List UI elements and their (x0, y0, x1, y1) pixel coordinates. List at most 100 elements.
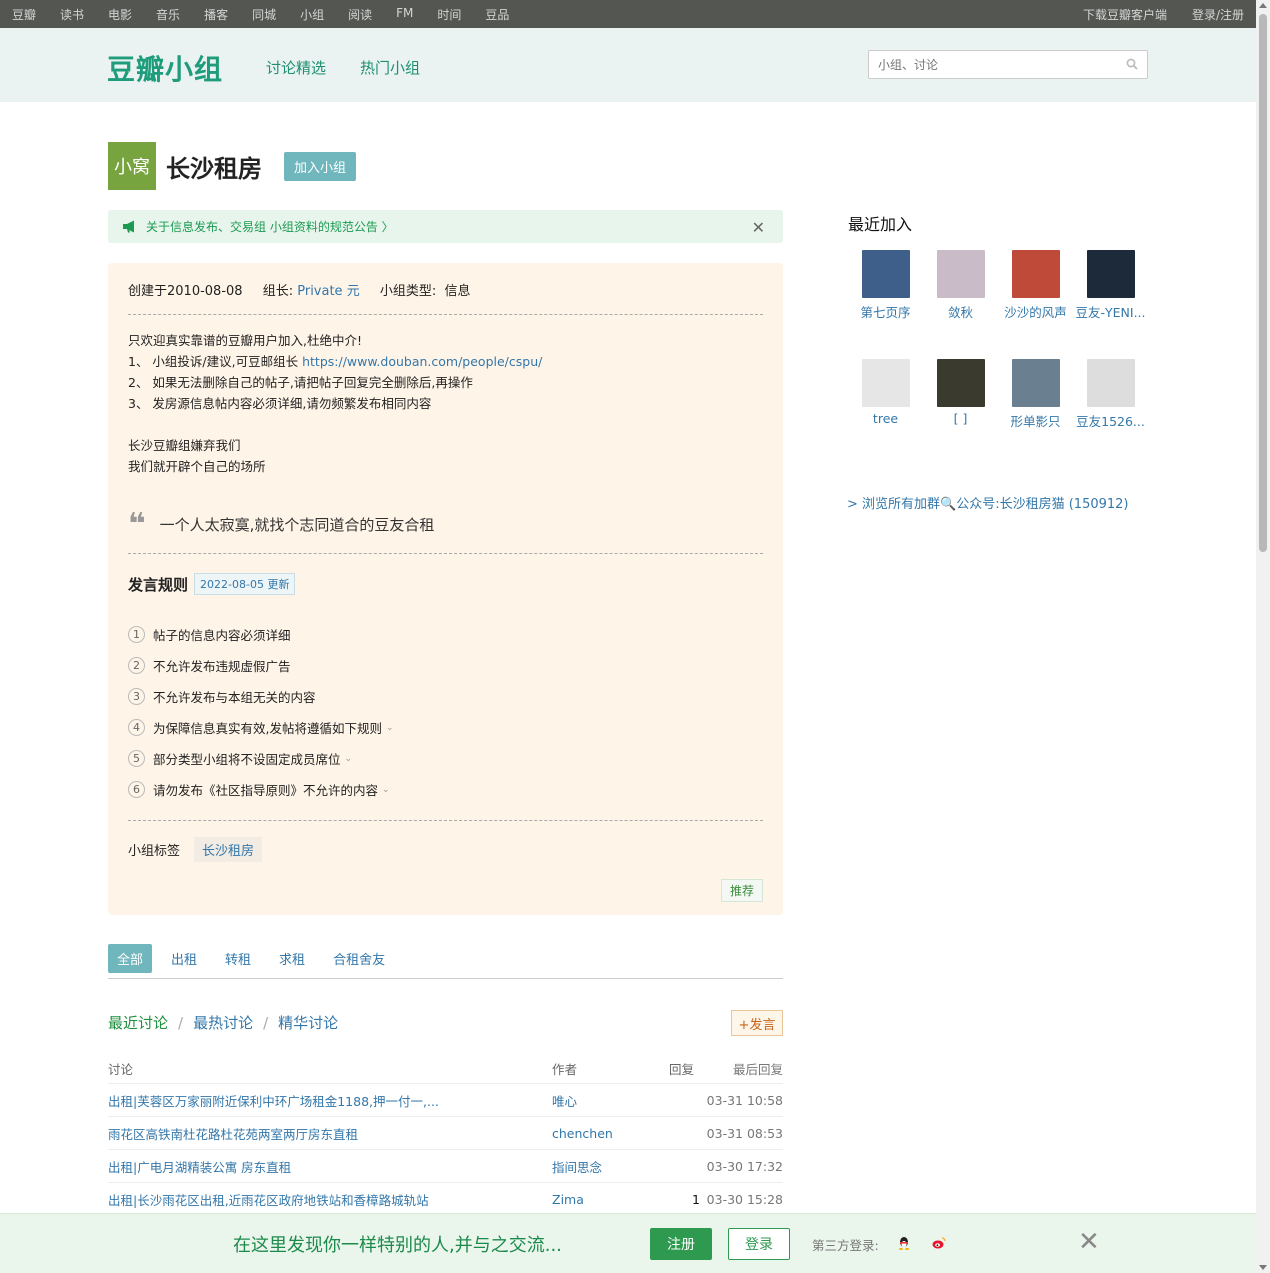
site-logo[interactable]: 豆瓣小组 (107, 48, 223, 88)
topnav-link[interactable]: 小组 (300, 6, 324, 23)
close-icon[interactable]: ✕ (1078, 1227, 1100, 1257)
rule-item[interactable]: 4 为保障信息真实有效,发帖将遵循如下规则 ⌄ (128, 712, 394, 743)
avatar[interactable] (861, 250, 910, 298)
quote-text: 一个人太寂寞,就找个志同道合的豆友合租 (159, 516, 435, 534)
tab-1[interactable]: 出租 (162, 944, 206, 973)
qq-icon[interactable] (898, 1236, 910, 1250)
chevron-down-icon[interactable]: ⌄ (386, 723, 394, 733)
notice-link[interactable]: 关于信息发布、交易组 小组资料的规范公告 〉 (146, 218, 394, 235)
chevron-down-icon[interactable]: ⌄ (345, 754, 353, 764)
last-reply-time: 03-31 10:58 (706, 1092, 783, 1108)
avatar[interactable] (1086, 359, 1135, 407)
author-link[interactable]: 唯心 (538, 1091, 640, 1110)
register-button[interactable]: 注册 (650, 1228, 712, 1260)
member-item[interactable]: 形单影只 (998, 359, 1073, 468)
avatar[interactable] (1011, 250, 1060, 298)
intro-line (128, 414, 542, 435)
member-name[interactable]: 沙沙的风声 (1004, 302, 1067, 321)
topic-link[interactable]: 出租|芙蓉区万家丽附近保利中环广场租金1188,押一付一,... (108, 1091, 538, 1110)
member-name[interactable]: 敛秋 (948, 302, 973, 321)
header-nav: 讨论精选 热门小组 (266, 57, 420, 78)
created-date: 创建于2010-08-08 (128, 284, 243, 299)
sort-hot[interactable]: 最热讨论 (193, 1012, 253, 1033)
login-button[interactable]: 登录 (728, 1228, 790, 1260)
col-replies: 回复 (668, 1062, 694, 1077)
recommend-button[interactable]: 推荐 (720, 879, 763, 902)
avatar[interactable] (1011, 359, 1060, 407)
rule-item[interactable]: 6 请勿发布《社区指导原则》不允许的内容 ⌄ (128, 774, 394, 805)
member-name[interactable]: 形单影只 (1010, 411, 1060, 430)
new-post-button[interactable]: +发言 (731, 1010, 783, 1036)
topnav-link[interactable]: 同城 (252, 6, 276, 23)
close-icon[interactable]: ✕ (752, 218, 765, 237)
topnav-link[interactable]: 登录/注册 (1192, 6, 1244, 23)
member-name[interactable]: 豆友1526... (1076, 411, 1145, 430)
join-group-button[interactable]: 加入小组 (284, 151, 357, 181)
member-item[interactable]: 豆友-YENI... (1073, 250, 1148, 359)
topnav-link[interactable]: 豆品 (485, 6, 509, 23)
rule-item[interactable]: 5 部分类型小组将不设固定成员席位 ⌄ (128, 743, 394, 774)
topnav-link[interactable]: FM (396, 6, 413, 23)
avatar[interactable] (936, 250, 985, 298)
topnav-link[interactable]: 播客 (204, 6, 228, 23)
scroll-up-arrow[interactable] (1259, 3, 1267, 8)
browse-all-link[interactable]: > 浏览所有加群🔍公众号:长沙租房猫 (150912) (847, 494, 1147, 516)
divider (128, 314, 763, 315)
member-name[interactable]: [ ] (954, 411, 968, 426)
owner-link[interactable]: Private 元 (297, 284, 359, 299)
topnav-link[interactable]: 电影 (108, 6, 132, 23)
member-name[interactable]: 第七页序 (860, 302, 910, 321)
member-item[interactable]: 第七页序 (848, 250, 923, 359)
nav-hot-groups[interactable]: 热门小组 (360, 57, 420, 78)
topic-link[interactable]: 出租|长沙雨花区出租,近雨花区政府地铁站和香樟路城轨站 (108, 1190, 538, 1209)
group-avatar: 小窝 (108, 142, 156, 190)
weibo-icon[interactable] (932, 1237, 946, 1249)
owner-profile-link[interactable]: https://www.douban.com/people/cspu/ (302, 354, 542, 369)
tab-4[interactable]: 合租舍友 (324, 944, 394, 973)
member-name[interactable]: tree (873, 411, 898, 426)
search-input[interactable] (869, 51, 1109, 78)
sort-elite[interactable]: 精华讨论 (278, 1012, 338, 1033)
tags-label: 小组标签 (128, 844, 181, 859)
table-header: 讨论 作者 回复 最后回复 (108, 1054, 783, 1084)
author-link[interactable]: Zima (538, 1192, 640, 1207)
topic-link[interactable]: 雨花区高铁南杜花路杜花苑两室两厅房东直租 (108, 1124, 538, 1143)
group-tag[interactable]: 长沙租房 (194, 837, 263, 862)
discussion-table: 讨论 作者 回复 最后回复 出租|芙蓉区万家丽附近保利中环广场租金1188,押一… (108, 1054, 783, 1216)
member-item[interactable]: 豆友1526... (1073, 359, 1148, 468)
tab-2[interactable]: 转租 (216, 944, 260, 973)
page-scrollbar[interactable] (1256, 0, 1270, 1273)
avatar[interactable] (936, 359, 985, 407)
banner-message: 在这里发现你一样特别的人,并与之交流... (233, 1235, 562, 1256)
topnav-link[interactable]: 阅读 (348, 6, 372, 23)
sort-separator: / (263, 1013, 269, 1032)
chevron-down-icon[interactable]: ⌄ (382, 785, 390, 795)
intro-line: 我们就开辟个自己的场所 (128, 456, 542, 477)
topnav-link[interactable]: 时间 (437, 6, 461, 23)
topic-link[interactable]: 出租|广电月湖精装公寓 房东直租 (108, 1157, 538, 1176)
topnav-link[interactable]: 读书 (60, 6, 84, 23)
nav-featured-discussions[interactable]: 讨论精选 (266, 57, 326, 78)
avatar[interactable] (861, 359, 910, 407)
col-last-reply: 最后回复 (732, 1062, 783, 1077)
rules-list: 1 帖子的信息内容必须详细 2 不允许发布违规虚假广告 3 不允许发布与本组无关的内容 4 为… (128, 619, 394, 805)
topnav-link[interactable]: 下载豆瓣客户端 (1083, 6, 1167, 23)
intro-text: 长沙豆瓣组嫌弃我们 (128, 438, 241, 453)
tab-3[interactable]: 求租 (270, 944, 314, 973)
search-icon[interactable] (1126, 58, 1138, 70)
scrollbar-thumb[interactable] (1259, 14, 1267, 552)
topnav-link[interactable]: 音乐 (156, 6, 180, 23)
tab-0[interactable]: 全部 (108, 944, 153, 973)
rule-text: 请勿发布《社区指导原则》不允许的内容 (153, 783, 379, 798)
author-link[interactable]: chenchen (538, 1126, 640, 1141)
member-item[interactable]: [ ] (923, 359, 998, 468)
scroll-down-arrow[interactable] (1259, 1265, 1267, 1270)
topnav-link[interactable]: 豆瓣 (12, 6, 36, 23)
avatar[interactable] (1086, 250, 1135, 298)
member-item[interactable]: 敛秋 (923, 250, 998, 359)
member-item[interactable]: tree (848, 359, 923, 468)
author-link[interactable]: 指间思念 (538, 1157, 640, 1176)
member-name[interactable]: 豆友-YENI... (1075, 302, 1145, 321)
member-item[interactable]: 沙沙的风声 (998, 250, 1073, 359)
sort-recent[interactable]: 最近讨论 (108, 1012, 168, 1033)
